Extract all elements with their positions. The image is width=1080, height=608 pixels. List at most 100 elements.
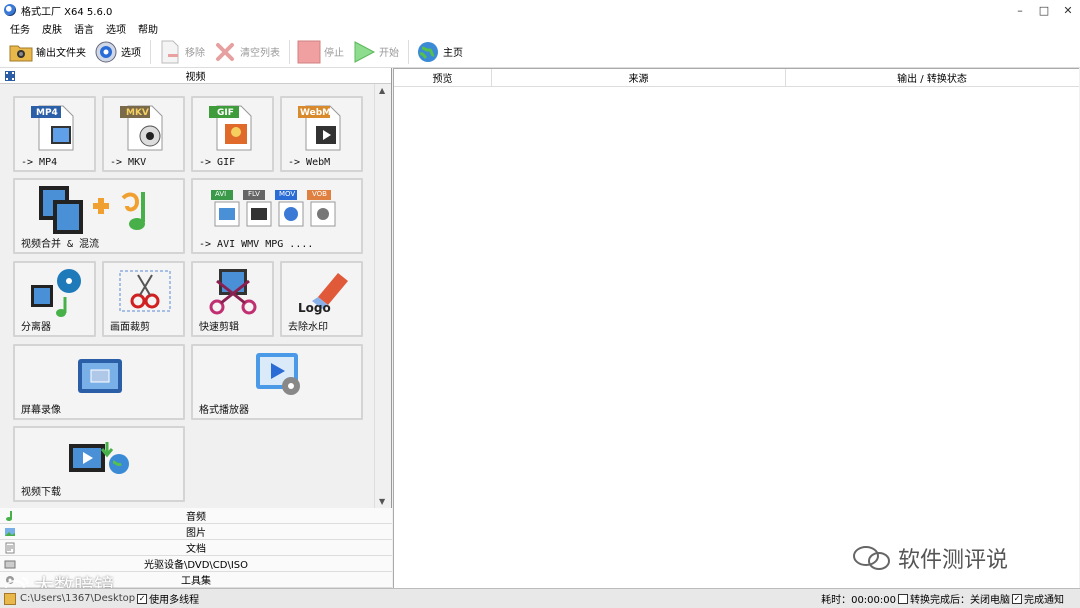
tile-remove-watermark-label: 去除水印 [288, 322, 328, 333]
image-icon [4, 526, 16, 538]
close-button[interactable]: ✕ [1056, 0, 1080, 20]
section-audio-label: 音频 [186, 512, 206, 523]
title-bar: 格式工厂 X64 5.6.0 – □ ✕ [0, 0, 1080, 20]
player-icon [256, 353, 300, 395]
column-preview[interactable]: 预览 [394, 69, 492, 86]
stop-label: 停止 [324, 48, 344, 59]
menu-options[interactable]: 选项 [100, 21, 132, 36]
mkv-badge: MKV [126, 108, 149, 118]
tile-remove-watermark[interactable]: Logo 去除水印 [280, 261, 363, 337]
section-audio[interactable]: 音频 [0, 508, 392, 524]
toolbar: 输出文件夹 选项 移除 清空列表 停止 开始 主页 [0, 36, 1080, 68]
tile-separator[interactable]: 分离器 [13, 261, 96, 337]
output-folder-small-icon[interactable] [4, 592, 16, 605]
logo-text: Logo [298, 301, 331, 315]
options-button[interactable]: 选项 [91, 38, 144, 66]
clear-list-label: 清空列表 [240, 48, 280, 59]
video-tiles: MP4 -> MP4 MKV -> MKV GIF -> GIF WebM ->… [0, 84, 374, 508]
minimize-button[interactable]: – [1008, 0, 1032, 20]
tile-to-avi-wmv-mpg[interactable]: AVI FLV MOV VOB -> AVI WMV MPG .... [191, 178, 363, 254]
section-tools-label: 工具集 [181, 576, 211, 587]
tile-to-mp4[interactable]: MP4 -> MP4 [13, 96, 96, 172]
maximize-button[interactable]: □ [1032, 0, 1056, 20]
tile-screen-record[interactable]: 屏幕录像 [13, 344, 185, 420]
tile-to-webm[interactable]: WebM -> WebM [280, 96, 363, 172]
tile-video-download-label: 视频下载 [21, 487, 61, 498]
tile-crop[interactable]: 画面裁剪 [102, 261, 185, 337]
merge-icon [39, 186, 145, 234]
mov-badge: MOV [279, 190, 296, 198]
clear-list-button[interactable]: 清空列表 [210, 38, 283, 66]
menu-language[interactable]: 语言 [68, 21, 100, 36]
wechat-watermark-text: 软件测评说 [898, 548, 1009, 573]
screen-record-icon [78, 359, 122, 393]
home-button[interactable]: 主页 [413, 38, 466, 66]
multithread-label: 使用多线程 [149, 595, 200, 606]
video-scrollbar[interactable]: ▲ ▼ [374, 84, 390, 508]
menu-task[interactable]: 任务 [4, 21, 36, 36]
window-title: 格式工厂 X64 5.6.0 [21, 6, 113, 18]
tile-crop-label: 画面裁剪 [110, 322, 150, 333]
avi-badge: AVI [215, 190, 227, 198]
section-disc-label: 光驱设备\DVD\CD\ISO [143, 560, 249, 571]
disc-drive-icon [4, 558, 16, 570]
notify-checkbox[interactable]: ✓ [1012, 593, 1022, 604]
start-button[interactable]: 开始 [349, 38, 402, 66]
output-path: C:\Users\1367\Desktop [20, 593, 136, 604]
tile-to-gif[interactable]: GIF -> GIF [191, 96, 274, 172]
shutdown-after-checkbox[interactable] [898, 593, 908, 604]
section-image[interactable]: 图片 [0, 524, 392, 540]
section-document[interactable]: 文档 [0, 540, 392, 556]
tile-separator-label: 分离器 [21, 322, 51, 333]
function-panel: 视频 MP4 -> MP4 MKV -> MKV GIF -> GIF WebM… [0, 68, 392, 588]
menu-skin[interactable]: 皮肤 [36, 21, 68, 36]
column-output-status[interactable]: 输出 / 转换状态 [786, 69, 1078, 86]
stop-button[interactable]: 停止 [294, 38, 347, 66]
vob-badge: VOB [312, 190, 327, 198]
shutdown-after-label: 转换完成后：关闭电脑 [910, 595, 1010, 606]
menu-help[interactable]: 帮助 [132, 21, 164, 36]
remove-label: 移除 [185, 48, 205, 59]
film-icon [4, 70, 16, 82]
output-folder-button[interactable]: 输出文件夹 [6, 38, 89, 66]
toolbar-separator [150, 39, 151, 64]
clear-icon [213, 40, 237, 64]
tile-merge-mux[interactable]: 视频合并 & 混流 [13, 178, 185, 254]
tile-to-webm-label: -> WebM [288, 157, 331, 168]
tile-to-mkv[interactable]: MKV -> MKV [102, 96, 185, 172]
tile-screen-record-label: 屏幕录像 [21, 405, 61, 416]
output-folder-label: 输出文件夹 [36, 48, 86, 59]
scroll-up-arrow[interactable]: ▲ [379, 86, 385, 95]
notify-label: 完成通知 [1024, 595, 1064, 606]
mp4-badge: MP4 [36, 108, 58, 118]
gif-badge: GIF [217, 108, 234, 118]
scroll-down-arrow[interactable]: ▼ [379, 497, 385, 506]
quick-cut-icon [209, 269, 257, 315]
tile-to-mp4-label: -> MP4 [21, 157, 58, 168]
app-icon [4, 4, 16, 16]
separator-icon [31, 269, 81, 317]
video-download-icon [69, 442, 129, 474]
task-list: 预览 来源 输出 / 转换状态 [393, 68, 1079, 588]
remove-button[interactable]: 移除 [155, 38, 208, 66]
status-bar: C:\Users\1367\Desktop ✓ 使用多线程 耗时：00:00:0… [0, 588, 1080, 608]
section-video[interactable]: 视频 [0, 68, 391, 84]
play-icon [352, 40, 376, 64]
remove-icon [158, 40, 182, 64]
elapsed-time: 耗时：00:00:00 [821, 595, 896, 606]
tile-video-download[interactable]: 视频下载 [13, 426, 185, 502]
home-label: 主页 [443, 48, 463, 59]
crop-scissors-icon [119, 270, 171, 312]
multithread-checkbox[interactable]: ✓ [137, 593, 148, 604]
tile-to-avi-wmv-mpg-label: -> AVI WMV MPG .... [199, 239, 314, 250]
globe-icon [416, 40, 440, 64]
tile-merge-mux-label: 视频合并 & 混流 [21, 239, 100, 250]
document-icon [4, 542, 16, 554]
start-label: 开始 [379, 48, 399, 59]
gear-icon [94, 40, 118, 64]
column-source[interactable]: 来源 [492, 69, 786, 86]
tile-quick-cut[interactable]: 快速剪辑 [191, 261, 274, 337]
tile-format-player[interactable]: 格式播放器 [191, 344, 363, 420]
section-video-label: 视频 [185, 72, 206, 83]
webm-badge: WebM [300, 108, 332, 118]
